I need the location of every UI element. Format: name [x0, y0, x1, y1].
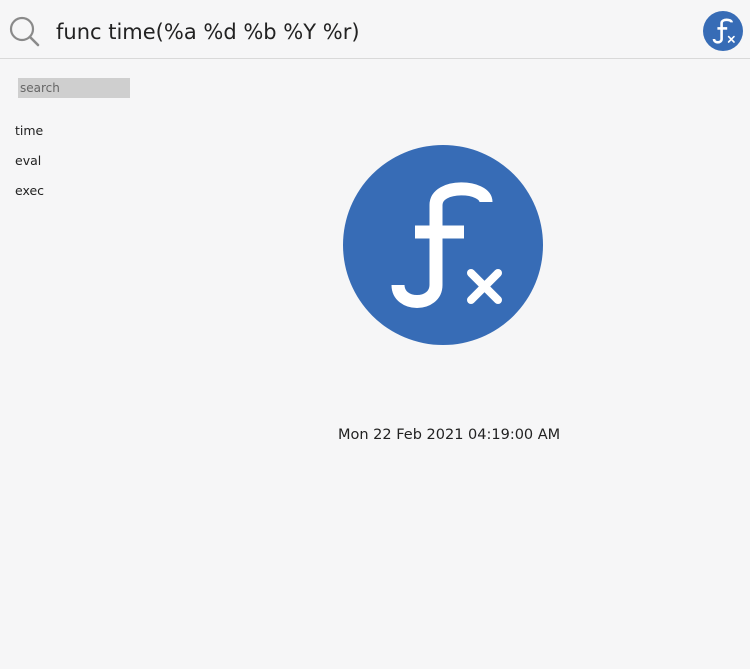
search-icon[interactable]	[8, 15, 40, 47]
function-fx-icon	[703, 11, 743, 51]
sidebar-search-input[interactable]	[18, 78, 130, 98]
query-input[interactable]: func time(%a %d %b %Y %r)	[56, 18, 360, 46]
result-output: Mon 22 Feb 2021 04:19:00 AM	[338, 427, 561, 443]
function-fx-icon	[343, 145, 543, 345]
function-list: time eval exec	[15, 121, 44, 211]
function-list-item-exec[interactable]: exec	[15, 181, 44, 211]
function-list-item-eval[interactable]: eval	[15, 151, 44, 181]
top-bar: func time(%a %d %b %Y %r)	[0, 0, 750, 59]
function-list-item-time[interactable]: time	[15, 121, 44, 151]
